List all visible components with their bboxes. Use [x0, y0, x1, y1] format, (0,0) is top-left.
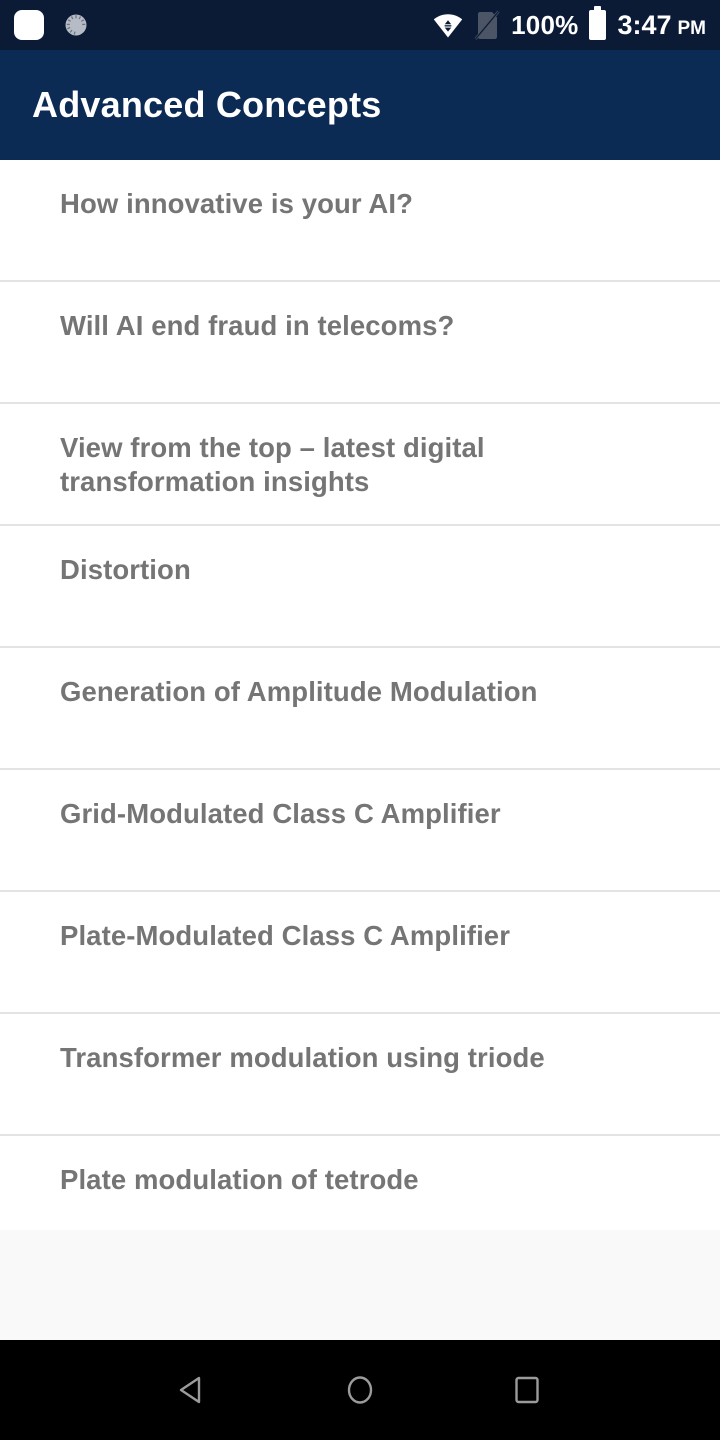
- recents-square-icon: [514, 1376, 539, 1404]
- list-item-label: Distortion: [60, 554, 191, 585]
- battery-percent-label: 100%: [511, 10, 579, 40]
- list-item[interactable]: Will AI end fraud in telecoms?: [0, 282, 720, 404]
- clock-time: 3:47: [617, 9, 672, 40]
- list-item[interactable]: Transformer modulation using triode: [0, 1014, 720, 1136]
- list-item[interactable]: Plate-Modulated Class C Amplifier: [0, 892, 720, 1014]
- list-item[interactable]: Plate modulation of tetrode: [0, 1136, 720, 1230]
- list-item-label: Will AI end fraud in telecoms?: [60, 310, 455, 341]
- list-item[interactable]: View from the top – latest digital trans…: [0, 404, 720, 526]
- status-bar-left-icons: [14, 10, 90, 40]
- status-bar-right-icons: 100% 3:47 PM: [433, 6, 707, 40]
- sync-spinner-icon: [62, 11, 90, 39]
- list-item-label: Grid-Modulated Class C Amplifier: [60, 798, 501, 829]
- list-item-label: Transformer modulation using triode: [60, 1042, 545, 1073]
- list-item-label: View from the top – latest digital trans…: [60, 432, 485, 497]
- list-empty-filler: [0, 1230, 720, 1340]
- concepts-list[interactable]: How innovative is your AI? Will AI end fr…: [0, 160, 720, 1230]
- app-bar: Advanced Concepts: [0, 50, 720, 160]
- list-item[interactable]: Generation of Amplitude Modulation: [0, 648, 720, 770]
- list-item[interactable]: How innovative is your AI?: [0, 160, 720, 282]
- back-triangle-icon: [180, 1376, 201, 1404]
- notification-icon: [14, 10, 44, 40]
- list-item-label: How innovative is your AI?: [60, 188, 414, 219]
- back-button[interactable]: [158, 1355, 228, 1425]
- list-item-label: Plate modulation of tetrode: [60, 1164, 419, 1195]
- phone-screen: 100% 3:47 PM Advanced Concepts How innov…: [0, 0, 720, 1440]
- battery-full-icon: [589, 6, 607, 40]
- sim-card-off-icon: [474, 10, 500, 40]
- android-navigation-bar: [0, 1340, 720, 1440]
- page-title: Advanced Concepts: [32, 84, 382, 125]
- status-bar-clock: 3:47 PM: [617, 9, 707, 40]
- home-button[interactable]: [325, 1355, 395, 1425]
- home-circle-icon: [347, 1376, 373, 1404]
- list-item[interactable]: Distortion: [0, 526, 720, 648]
- list-item[interactable]: Grid-Modulated Class C Amplifier: [0, 770, 720, 892]
- clock-meridiem: PM: [677, 17, 707, 39]
- recents-button[interactable]: [492, 1355, 562, 1425]
- status-bar: 100% 3:47 PM: [0, 0, 720, 50]
- list-item-label: Plate-Modulated Class C Amplifier: [60, 920, 511, 951]
- list-item-label: Generation of Amplitude Modulation: [60, 676, 538, 707]
- wifi-icon: [433, 12, 463, 38]
